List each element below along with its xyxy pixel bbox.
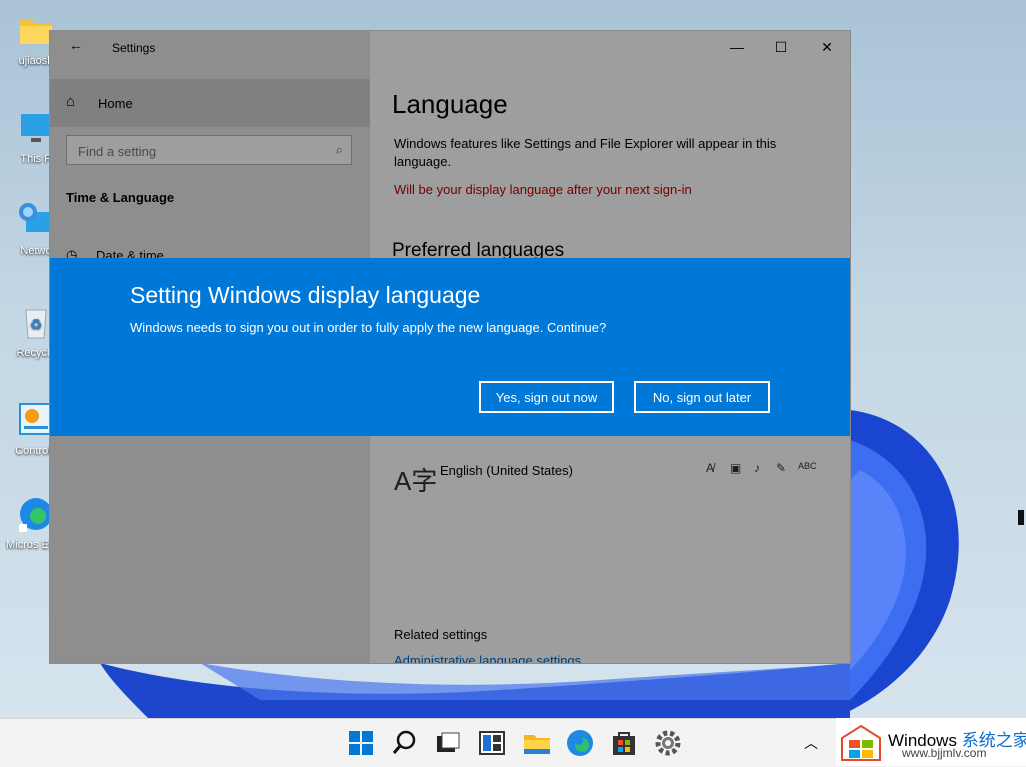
- search-icon[interactable]: [389, 727, 421, 759]
- sign-out-later-button[interactable]: No, sign out later: [634, 381, 770, 413]
- task-view-icon[interactable]: [432, 727, 464, 759]
- dialog-title: Setting Windows display language: [130, 282, 481, 308]
- file-explorer-icon[interactable]: [521, 727, 553, 759]
- show-hidden-icons-chevron-icon[interactable]: ︿: [804, 733, 818, 753]
- dialog-message: Windows needs to sign you out in order t…: [130, 320, 607, 335]
- sign-out-now-button[interactable]: Yes, sign out now: [479, 381, 614, 413]
- display-language-dialog: Setting Windows display language Windows…: [50, 258, 850, 436]
- start-icon[interactable]: [345, 727, 377, 759]
- watermark: Windows 系统之家 www.bjjmlv.com: [836, 718, 1026, 766]
- store-icon[interactable]: [608, 727, 640, 759]
- settings-icon[interactable]: [652, 727, 684, 759]
- windows-logo-icon: [841, 724, 881, 761]
- svg-text:♻: ♻: [30, 316, 43, 332]
- edge-icon[interactable]: [564, 727, 596, 759]
- watermark-url: www.bjjmlv.com: [902, 746, 987, 760]
- widgets-icon[interactable]: [476, 727, 508, 759]
